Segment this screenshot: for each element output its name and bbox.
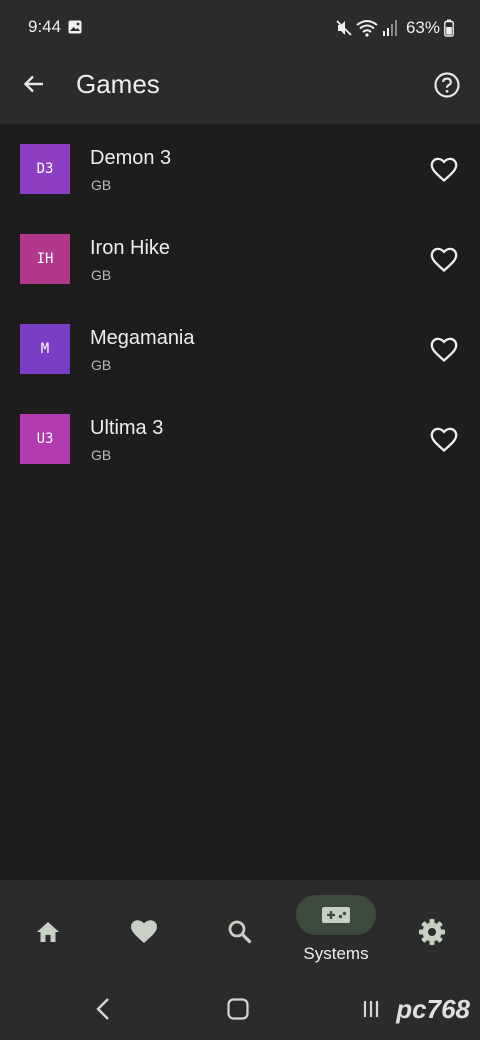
help-circle-icon <box>434 72 460 98</box>
game-thumbnail: D3 <box>20 144 70 194</box>
game-name: Megamania <box>90 327 195 349</box>
help-button[interactable] <box>430 68 464 102</box>
game-name: Iron Hike <box>90 237 171 259</box>
game-thumbnail: IH <box>20 234 70 284</box>
arrow-back-icon <box>23 75 43 93</box>
game-thumbnail: M <box>20 324 70 374</box>
system-recents-icon[interactable] <box>360 998 382 1020</box>
game-list-item[interactable]: U3 Ultima 3 GB <box>0 394 480 484</box>
back-button[interactable] <box>14 64 54 104</box>
status-icons: 63% <box>336 16 454 40</box>
page-title: Games <box>76 69 160 99</box>
game-system: GB <box>91 177 112 193</box>
nav-settings[interactable] <box>384 880 480 980</box>
favorite-button[interactable] <box>428 334 460 366</box>
gamepad-icon <box>322 907 350 923</box>
game-system: GB <box>91 447 112 463</box>
gear-icon <box>418 918 446 946</box>
nav-favorites[interactable] <box>96 880 192 980</box>
search-icon <box>226 918 254 946</box>
game-list-item[interactable]: M Megamania GB <box>0 304 480 394</box>
favorite-button[interactable] <box>428 244 460 276</box>
app-bar: Games <box>0 56 480 124</box>
game-name: Demon 3 <box>90 147 172 169</box>
game-list-item[interactable]: IH Iron Hike GB <box>0 214 480 304</box>
game-name: Ultima 3 <box>90 417 164 439</box>
game-list-item[interactable]: D3 Demon 3 GB <box>0 124 480 214</box>
favorite-button[interactable] <box>428 424 460 456</box>
home-icon <box>34 918 62 946</box>
signal-icon <box>382 20 397 36</box>
heart-outline-icon <box>430 247 458 273</box>
status-bar: 9:44 63% <box>0 0 480 56</box>
status-time: 9:44 <box>28 17 62 36</box>
nav-search[interactable] <box>192 880 288 980</box>
system-back-icon[interactable] <box>92 996 116 1022</box>
game-list: D3 Demon 3 GB IH Iron Hike GB M Megamania GB U3 Ul… <box>0 124 480 484</box>
heart-outline-icon <box>430 427 458 453</box>
nav-systems-label: Systems <box>303 944 369 963</box>
heart-outline-icon <box>430 157 458 183</box>
system-home-icon[interactable] <box>227 998 249 1020</box>
favorite-button[interactable] <box>428 154 460 186</box>
game-system: GB <box>91 357 112 373</box>
bottom-navigation: Systems <box>0 880 480 980</box>
watermark-logo: pc768 <box>396 994 470 1024</box>
heart-outline-icon <box>430 337 458 363</box>
battery-icon <box>444 19 454 37</box>
image-notification-icon <box>68 20 82 34</box>
heart-icon <box>130 918 158 946</box>
game-system: GB <box>91 267 112 283</box>
battery-percent: 63% <box>405 18 440 37</box>
mute-icon <box>336 20 352 36</box>
game-thumbnail: U3 <box>20 414 70 464</box>
nav-systems-pill <box>296 895 376 935</box>
nav-home[interactable] <box>0 880 96 980</box>
nav-systems[interactable]: Systems <box>288 880 384 980</box>
wifi-icon <box>356 20 378 37</box>
system-navigation-bar: pc768 <box>0 980 480 1040</box>
